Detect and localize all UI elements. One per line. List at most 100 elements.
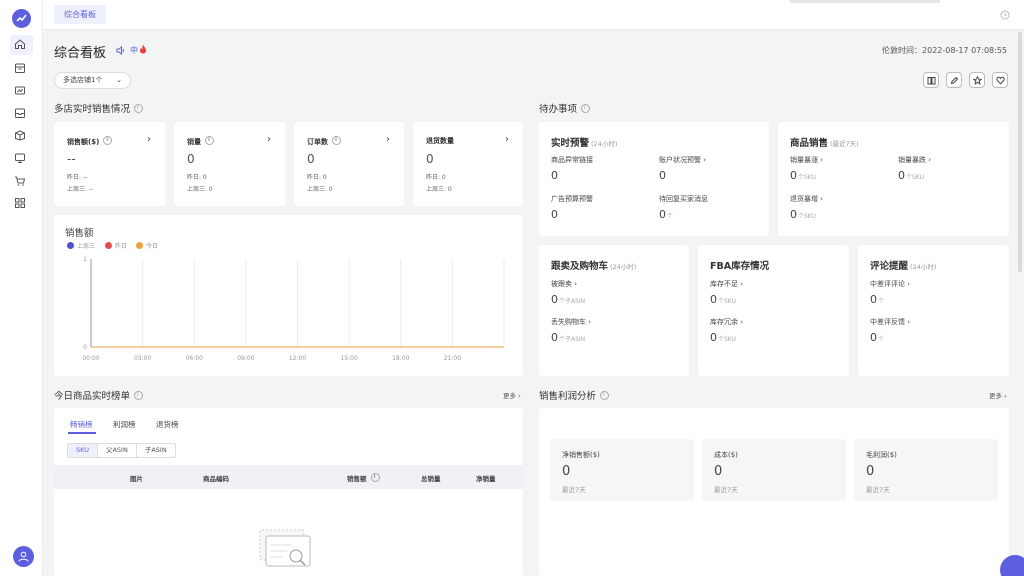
x-tick-label: 15:00 bbox=[340, 355, 357, 362]
user-avatar[interactable] bbox=[13, 546, 34, 567]
package-icon[interactable] bbox=[14, 62, 28, 76]
chevron-right-icon[interactable]: › bbox=[267, 134, 271, 145]
buybox-label[interactable]: 被跟卖 › bbox=[551, 279, 577, 289]
box-icon[interactable] bbox=[14, 129, 28, 143]
profit-period: 最近7天 bbox=[866, 486, 890, 494]
info-icon[interactable] bbox=[370, 473, 380, 482]
info-icon[interactable] bbox=[103, 136, 113, 145]
x-tick-label: 12:00 bbox=[289, 355, 306, 362]
y-tick-label: 1 bbox=[83, 256, 87, 263]
buybox-value: 0个子ASIN bbox=[551, 293, 586, 306]
product-sales-label[interactable]: 退货暴增 › bbox=[790, 194, 823, 204]
kpi-card-units[interactable]: 销量 › 0 昨日: 0 上周三: 0 bbox=[174, 122, 285, 206]
star-icon bbox=[973, 76, 982, 85]
profit-value: 0 bbox=[714, 464, 723, 479]
gross-profit-box[interactable]: 毛利润($) 0 最近7天 bbox=[854, 439, 998, 501]
profit-section-title: 销售利润分析 bbox=[539, 388, 610, 402]
edit-button[interactable] bbox=[946, 72, 962, 88]
app-logo[interactable] bbox=[12, 9, 31, 28]
alerts-title: 实时预警 (24小时) bbox=[551, 138, 618, 149]
clock-icon[interactable] bbox=[1000, 10, 1010, 20]
cart-icon[interactable] bbox=[14, 175, 28, 189]
profit-label: 净销售额($) bbox=[562, 451, 600, 459]
chevron-right-icon[interactable]: › bbox=[147, 134, 151, 145]
product-sales-label[interactable]: 销量暴涨 › bbox=[790, 155, 823, 165]
fba-value: 0个SKU bbox=[710, 331, 736, 344]
apps-icon[interactable] bbox=[14, 197, 28, 211]
alert-label[interactable]: 商品异常链接 bbox=[551, 155, 593, 165]
fba-title: FBA库存情况 bbox=[710, 261, 770, 272]
tab-profit[interactable]: 利润榜 bbox=[113, 419, 136, 430]
info-icon[interactable] bbox=[332, 136, 341, 145]
kpi-card-returns[interactable]: 退货数量 › 0 昨日: 0 上周三: 0 bbox=[413, 122, 523, 206]
table-header: 图片 商品编码 销售额 总销量 净销量 bbox=[54, 465, 523, 489]
info-icon[interactable] bbox=[600, 391, 610, 400]
ranking-section-title: 今日商品实时榜单 bbox=[54, 388, 144, 402]
fba-label[interactable]: 库存冗余 › bbox=[710, 317, 743, 327]
segment-child-asin[interactable]: 子ASIN bbox=[137, 444, 175, 457]
reviews-value: 0个 bbox=[870, 293, 885, 306]
profit-period: 最近7天 bbox=[562, 486, 586, 494]
info-icon[interactable] bbox=[581, 104, 591, 113]
reviews-label[interactable]: 中差评评论 › bbox=[870, 279, 910, 289]
kpi-last-week: 上周三: 0 bbox=[187, 186, 213, 193]
column-total-units[interactable]: 总销量 bbox=[421, 473, 441, 483]
chevron-right-icon[interactable]: › bbox=[505, 134, 509, 145]
kpi-card-sales[interactable]: 销售额($) › -- 昨日: -- 上周三: -- bbox=[54, 122, 165, 206]
alert-label[interactable]: 账户状况预警 › bbox=[659, 155, 706, 165]
profit-more-link[interactable]: 更多 › bbox=[989, 390, 1007, 400]
tab-best-sellers[interactable]: 畅销榜 bbox=[70, 419, 93, 430]
info-icon[interactable] bbox=[134, 391, 144, 400]
top-bar: 综合看板 bbox=[43, 0, 1024, 30]
sidebar bbox=[0, 0, 43, 576]
profit-label: 成本($) bbox=[714, 451, 738, 459]
empty-state-illustration bbox=[259, 529, 311, 567]
column-net-units[interactable]: 净销量 bbox=[476, 473, 496, 483]
fba-label[interactable]: 库存不足 › bbox=[710, 279, 743, 289]
tab-returns[interactable]: 退货榜 bbox=[156, 419, 179, 430]
pencil-icon bbox=[950, 76, 959, 85]
favorite-button[interactable] bbox=[992, 72, 1008, 88]
home-icon[interactable] bbox=[10, 35, 33, 55]
column-sales[interactable]: 销售额 bbox=[347, 473, 380, 483]
buybox-label[interactable]: 丢失购物车 › bbox=[551, 317, 591, 327]
star-button[interactable] bbox=[969, 72, 985, 88]
product-sales-label[interactable]: 销量暴跌 › bbox=[898, 155, 931, 165]
profit-card: 净销售额($) 0 最近7天 成本($) 0 最近7天 毛利润($) 0 最近7… bbox=[539, 408, 1009, 576]
info-icon[interactable] bbox=[205, 136, 214, 145]
column-product-code: 商品编码 bbox=[203, 475, 229, 483]
tab-dashboard[interactable]: 综合看板 bbox=[54, 5, 106, 24]
segment-sku[interactable]: SKU bbox=[68, 444, 98, 457]
inbox-icon[interactable] bbox=[14, 107, 28, 121]
scrollbar[interactable] bbox=[1018, 32, 1022, 272]
x-tick-label: 06:00 bbox=[186, 355, 203, 362]
buybox-value: 0个子ASIN bbox=[551, 331, 586, 344]
kpi-card-orders[interactable]: 订单数 › 0 昨日: 0 上周三: 0 bbox=[294, 122, 404, 206]
info-icon[interactable] bbox=[134, 104, 144, 113]
reviews-value: 0个 bbox=[870, 331, 885, 344]
active-tab-indicator bbox=[68, 432, 96, 434]
profit-period: 最近7天 bbox=[714, 486, 738, 494]
alert-label[interactable]: 待回复买家消息 bbox=[659, 194, 708, 204]
cost-box[interactable]: 成本($) 0 最近7天 bbox=[702, 439, 846, 501]
fire-icon bbox=[140, 44, 146, 54]
kpi-value: 0 bbox=[426, 152, 434, 166]
voice-label[interactable]: 中 bbox=[130, 45, 138, 56]
kpi-yesterday: 昨日: -- bbox=[67, 174, 88, 181]
segment-parent-asin[interactable]: 父ASIN bbox=[98, 444, 137, 457]
analytics-icon[interactable] bbox=[14, 85, 28, 99]
store-select[interactable]: 多选店铺1个 ⌄ bbox=[54, 72, 131, 89]
speaker-icon[interactable] bbox=[116, 46, 126, 55]
net-sales-box[interactable]: 净销售额($) 0 最近7天 bbox=[550, 439, 694, 501]
kpi-last-week: 上周三: 0 bbox=[307, 186, 333, 193]
profit-label: 毛利润($) bbox=[866, 451, 897, 459]
sales-section-label: 多店实时销售情况 bbox=[54, 104, 131, 115]
alert-label[interactable]: 广告预算预警 bbox=[551, 194, 593, 204]
reviews-label[interactable]: 中差评反馈 › bbox=[870, 317, 910, 327]
ranking-card: 畅销榜 利润榜 退货榜 SKU 父ASIN 子ASIN 图片 商品编码 销售额 … bbox=[54, 408, 523, 576]
book-icon bbox=[927, 77, 936, 85]
monitor-icon[interactable] bbox=[14, 152, 28, 166]
book-button[interactable] bbox=[923, 72, 939, 88]
ranking-more-link[interactable]: 更多 › bbox=[503, 390, 521, 400]
chevron-right-icon[interactable]: › bbox=[386, 134, 390, 145]
